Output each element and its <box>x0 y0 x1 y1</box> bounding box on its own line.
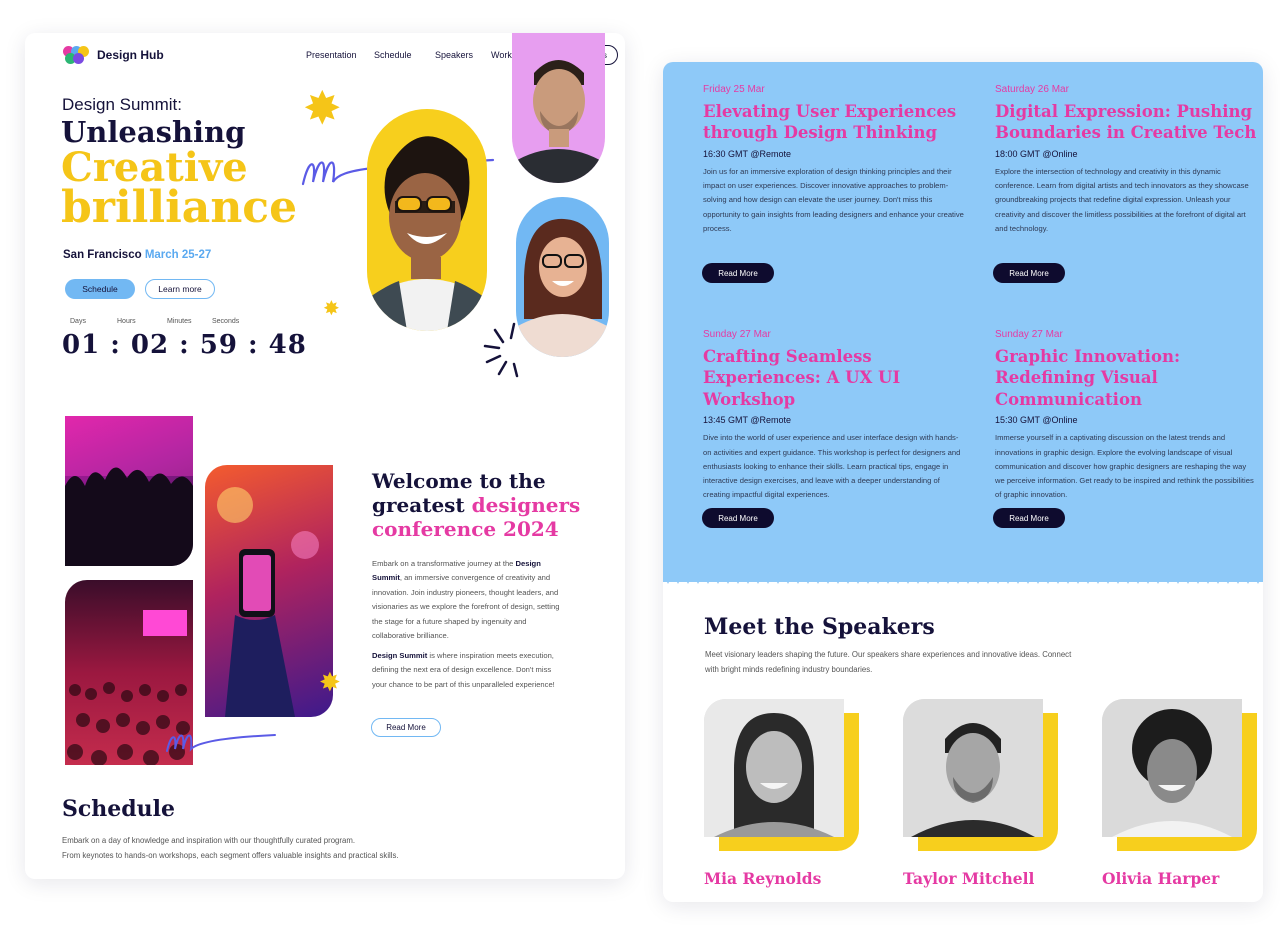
event-date: Sunday 27 Mar <box>703 329 771 340</box>
welcome-read-more-button[interactable]: Read More <box>371 718 441 737</box>
speakers-description: Meet visionary leaders shaping the futur… <box>705 647 1105 677</box>
learn-more-button[interactable]: Learn more <box>145 279 215 299</box>
event-read-more-button[interactable]: Read More <box>993 508 1065 528</box>
welcome-p1-rest: , an immersive convergence of creativity… <box>372 573 560 641</box>
scribble-collage-icon <box>166 734 276 752</box>
countdown-label-minutes: Minutes <box>167 318 192 325</box>
zigzag-divider <box>663 574 1263 584</box>
logo-icon <box>63 46 89 64</box>
event-card: Saturday 26 Mar Digital Expression: Push… <box>995 84 1257 236</box>
welcome-title: Welcome to the greatest designers confer… <box>372 469 592 541</box>
event-time: 16:30 GMT @Remote <box>703 148 792 159</box>
countdown-value: 01 : 02 : 59 : 48 <box>62 330 307 360</box>
event-dates: March 25-27 <box>144 249 212 261</box>
schedule-desc-line2: From keynotes to hands-on workshops, eac… <box>62 851 399 861</box>
event-read-more-button[interactable]: Read More <box>702 508 774 528</box>
event-date: Sunday 27 Mar <box>995 329 1063 340</box>
speaker-photo <box>1102 699 1242 837</box>
event-card: Sunday 27 Mar Graphic Innovation: Redefi… <box>995 329 1257 503</box>
hero-title-line3: brilliance <box>61 181 298 233</box>
event-read-more-button[interactable]: Read More <box>702 263 774 283</box>
welcome-paragraph-1: Embark on a transformative journey at th… <box>372 557 567 644</box>
brand-logo[interactable]: Design Hub <box>63 46 164 64</box>
event-card: Friday 25 Mar Elevating User Experiences… <box>703 84 965 236</box>
speaker-photo <box>903 699 1043 837</box>
event-time: 18:00 GMT @Online <box>995 148 1078 159</box>
event-time: 15:30 GMT @Online <box>995 415 1078 426</box>
welcome-p2-bold: Design Summit <box>372 651 428 660</box>
speaker-photo <box>704 699 844 837</box>
hero-title: Unleashing Creative brilliance <box>61 115 298 233</box>
event-time: 13:45 GMT @Remote <box>703 415 792 426</box>
speakers-desc-line1: Meet visionary leaders shaping the futur… <box>705 650 1072 659</box>
event-title[interactable]: Crafting Seamless Experiences: A UX UI W… <box>703 346 965 410</box>
speakers-desc-line2: with bright minds redefining industry bo… <box>705 665 873 675</box>
event-description: Explore the intersection of technology a… <box>995 166 1249 233</box>
speaker-name[interactable]: Mia Reynolds <box>704 869 821 888</box>
speakers-title: Meet the Speakers <box>704 614 935 640</box>
schedule-description: Embark on a day of knowledge and inspira… <box>62 833 482 863</box>
hero-title-line2: Creative <box>61 143 248 191</box>
event-card: Sunday 27 Mar Crafting Seamless Experien… <box>703 329 965 503</box>
schedule-desc-line1: Embark on a day of knowledge and inspira… <box>62 836 355 845</box>
hero-eyebrow: Design Summit: <box>62 95 182 114</box>
welcome-p1-intro: Embark on a transformative journey at th… <box>372 559 516 568</box>
landing-page-card: Design Hub Presentation Schedule Speaker… <box>25 33 625 879</box>
event-date: Friday 25 Mar <box>703 84 765 95</box>
conference-photo-phone <box>205 465 333 717</box>
hero-speaker-photo-main <box>367 109 487 331</box>
countdown-label-seconds: Seconds <box>212 318 240 325</box>
hero-title-line1: Unleashing <box>61 115 246 149</box>
hero-speaker-photo-top <box>512 33 605 183</box>
event-title[interactable]: Digital Expression: Pushing Boundaries i… <box>995 101 1257 144</box>
hero-speaker-photo-bottom <box>516 197 609 357</box>
brand-name: Design Hub <box>97 48 164 62</box>
event-description: Dive into the world of user experience a… <box>703 433 961 500</box>
event-description: Join us for an immersive exploration of … <box>703 166 964 233</box>
welcome-paragraph-2: Design Summit is where inspiration meets… <box>372 649 567 692</box>
event-description: Immerse yourself in a captivating discus… <box>995 433 1254 500</box>
sparkle-star-collage-icon: ✸ <box>319 667 341 697</box>
sparkle-star-icon: ✸ <box>303 82 342 134</box>
nav-item-schedule[interactable]: Schedule <box>374 50 435 60</box>
schedule-speakers-card: Friday 25 Mar Elevating User Experiences… <box>663 62 1263 902</box>
countdown-label-hours: Hours <box>117 318 136 325</box>
nav-item-speakers[interactable]: Speakers <box>435 50 491 60</box>
countdown-timer: Days Hours Minutes Seconds 01 : 02 : 59 … <box>62 318 307 360</box>
speaker-name[interactable]: Olivia Harper <box>1102 869 1219 888</box>
nav-item-presentation[interactable]: Presentation <box>306 50 374 60</box>
speaker-name[interactable]: Taylor Mitchell <box>903 869 1034 888</box>
event-date: Saturday 26 Mar <box>995 84 1069 95</box>
event-city: San Francisco <box>63 249 142 261</box>
event-title[interactable]: Graphic Innovation: Redefining Visual Co… <box>995 346 1257 410</box>
event-location: San Francisco March 25-27 <box>63 249 211 261</box>
countdown-label-days: Days <box>70 318 86 325</box>
conference-photo-stage <box>65 416 193 566</box>
schedule-button[interactable]: Schedule <box>65 279 135 299</box>
event-title[interactable]: Elevating User Experiences through Desig… <box>703 101 965 144</box>
sparkle-small-star-icon: ✸ <box>323 298 340 320</box>
schedule-title: Schedule <box>62 796 176 822</box>
event-read-more-button[interactable]: Read More <box>993 263 1065 283</box>
